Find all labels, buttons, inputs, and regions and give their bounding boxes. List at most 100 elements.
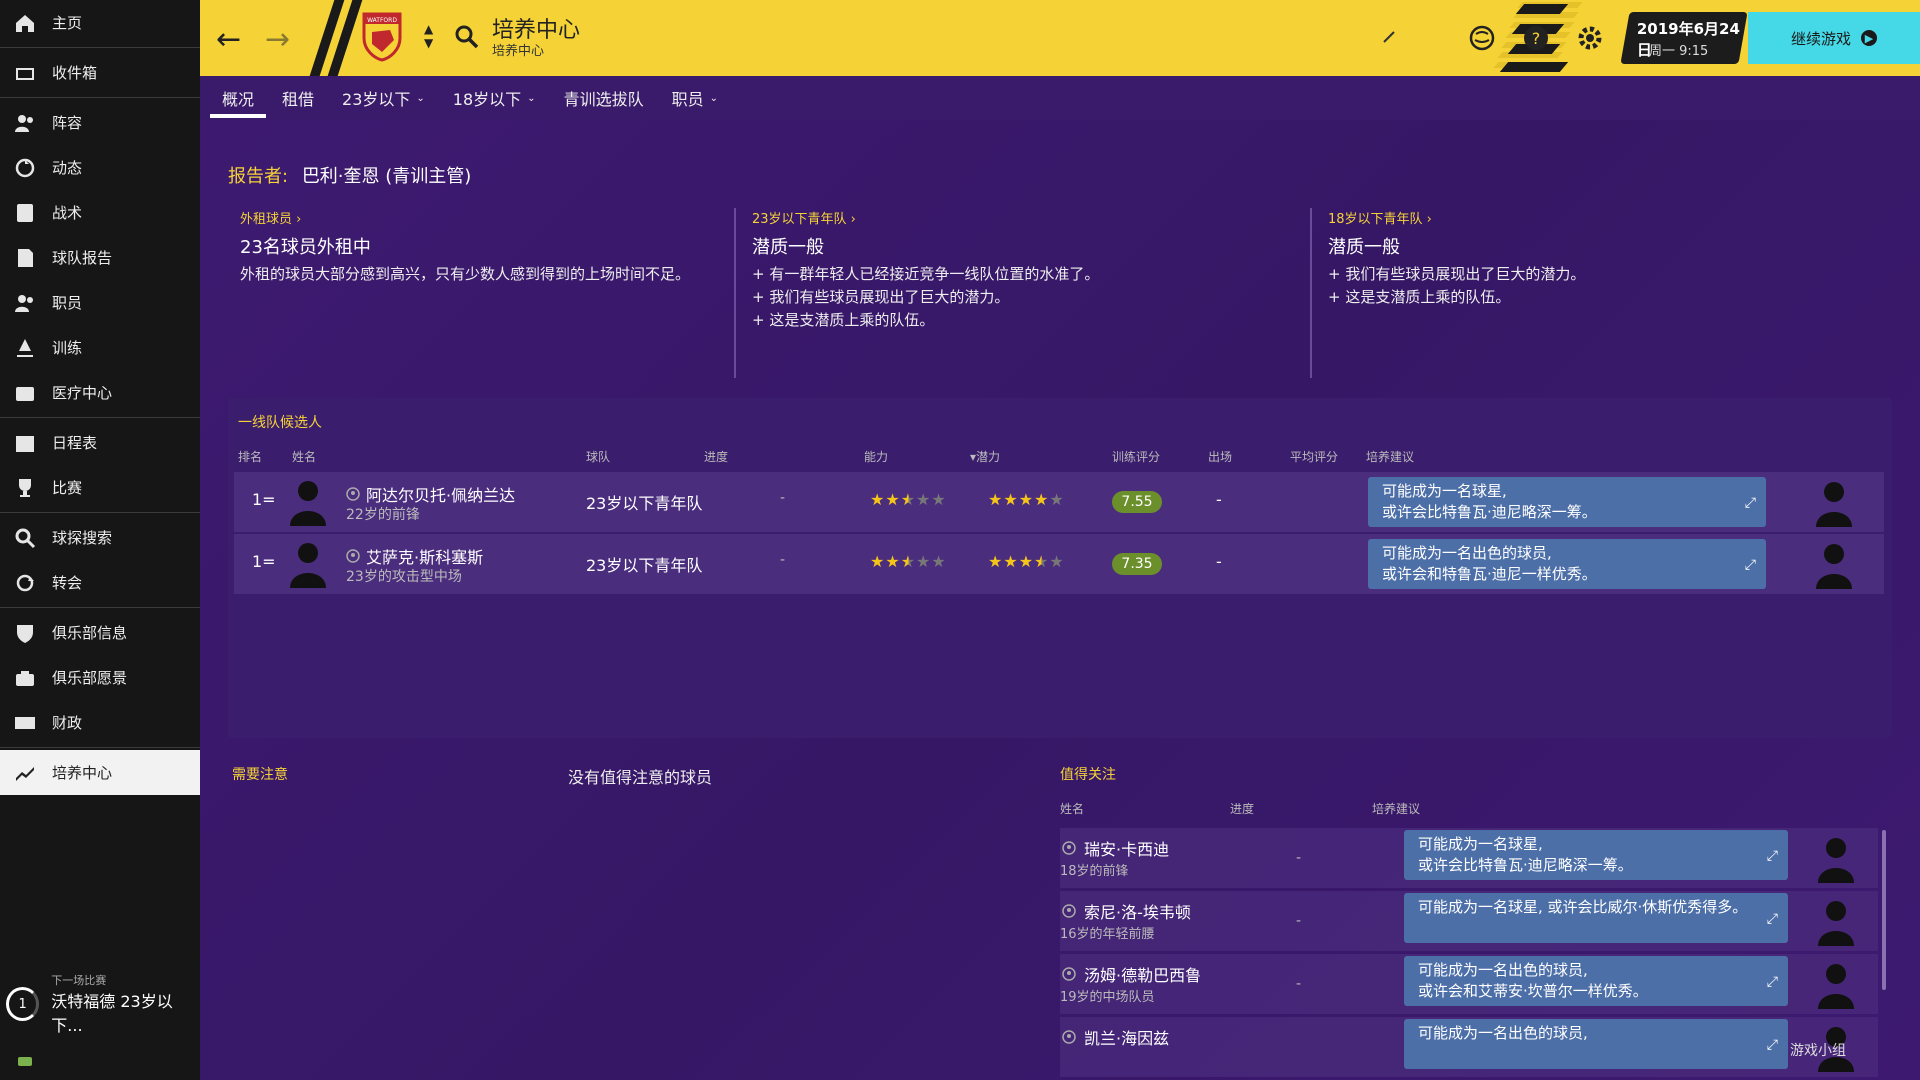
sidebar-item-label: 职员 [52,294,83,312]
sidebar-divider [0,607,200,608]
summary-link[interactable]: 外租球员 › [240,208,740,227]
star-full-icon: ★ [885,552,901,571]
sidebar-item[interactable]: 训练 [0,325,200,370]
star-empty-icon: ★ [931,552,947,571]
tab[interactable]: 租借 [270,76,326,120]
sidebar-item[interactable]: 职员 [0,280,200,325]
col-header[interactable]: 训练评分 [1112,448,1160,465]
player-name[interactable]: 汤姆·德勒巴西鲁 [1084,962,1201,986]
table-row[interactable]: 1= 艾萨克·斯科塞斯 23岁的攻击型中场 23岁以下青年队 - ★★★★★ ★… [234,534,1884,594]
tab[interactable]: 青训选拔队 [552,76,656,120]
sidebar-item[interactable]: 动态 [0,145,200,190]
club-switch-icon[interactable]: ▲ ▼ [424,22,433,50]
world-icon[interactable] [1466,22,1498,54]
advice-box[interactable]: 可能成为一名出色的球员, 或许会和特鲁瓦·迪尼一样优秀。 ⤢ [1368,539,1766,589]
club-crest-icon[interactable]: WATFORD [360,10,404,62]
star-full-icon: ★ [870,552,886,571]
chevron-down-icon: ⌄ [527,92,536,104]
player-avatar[interactable] [288,476,332,530]
col-header[interactable]: 能力 [864,448,888,465]
sidebar-item[interactable]: 球队报告 [0,235,200,280]
tab[interactable]: 职员 ⌄ [660,76,730,120]
tab-label: 青训选拔队 [563,90,644,109]
player-name[interactable]: 凯兰·海因兹 [1084,1025,1169,1049]
expand-icon[interactable]: ⤢ [1767,846,1778,867]
sidebar-item[interactable]: 俱乐部信息 [0,610,200,655]
tab-label: 租借 [282,90,315,109]
sidebar-item[interactable]: 培养中心 [0,750,200,795]
col-header[interactable]: 姓名 [1060,800,1084,817]
back-arrow-icon[interactable]: ← [216,22,241,57]
list-item[interactable]: 瑞安·卡西迪 18岁的前锋 - 可能成为一名球星, 或许会比特鲁瓦·迪尼略深一筹… [1060,828,1878,888]
col-header[interactable]: 姓名 [292,448,316,465]
expand-icon[interactable]: ⤢ [1767,909,1778,930]
sidebar-item[interactable]: 财政 [0,700,200,745]
player-name[interactable]: 瑞安·卡西迪 [1084,836,1169,860]
col-header[interactable]: 进度 [1230,800,1254,817]
sidebar-item[interactable]: 医疗中心 [0,370,200,415]
summary-head: 潜质一般 [1328,237,1400,258]
expand-icon[interactable]: ⤢ [1767,972,1778,993]
col-header[interactable]: 进度 [704,448,728,465]
help-icon[interactable]: ? [1520,22,1552,54]
list-item[interactable]: 索尼·洛-埃韦顿 16岁的年轻前腰 - 可能成为一名球星, 或许会比威尔·休斯优… [1060,891,1878,951]
forward-arrow-icon[interactable]: → [265,22,290,57]
col-header[interactable]: 排名 [238,448,262,465]
player-name[interactable]: 索尼·洛-埃韦顿 [1084,899,1191,923]
training-rating: 7.35 [1112,553,1162,575]
expand-icon[interactable]: ⤢ [1745,493,1756,514]
report-icon [14,247,36,269]
sidebar-item[interactable]: 比赛 [0,465,200,510]
sidebar-item[interactable]: 阵容 [0,100,200,145]
advice-line2: 或许会比特鲁瓦·迪尼略深一筹。 [1382,503,1597,521]
sidebar-divider [0,417,200,418]
continue-button[interactable]: 继续游戏 ▶ [1748,12,1920,64]
edit-icon[interactable] [1382,30,1396,44]
advice-box[interactable]: 可能成为一名出色的球员, ⤢ [1404,1019,1788,1069]
sidebar-item[interactable]: 俱乐部愿景 [0,655,200,700]
col-header[interactable]: 平均评分 [1290,448,1338,465]
advice-box[interactable]: 可能成为一名出色的球员, 或许会和艾蒂安·坎普尔一样优秀。 ⤢ [1404,956,1788,1006]
player-sub: 22岁的前锋 [346,507,420,523]
sidebar-item[interactable]: 收件箱 [0,50,200,95]
sidebar-item[interactable]: 转会 [0,560,200,605]
expand-icon[interactable]: ⤢ [1745,555,1756,576]
player-name[interactable]: 阿达尔贝托·佩纳兰达 [366,482,515,506]
col-header[interactable]: 出场 [1208,448,1232,465]
sidebar-item[interactable]: 球探搜索 [0,515,200,560]
tab[interactable]: 概况 [210,76,267,120]
col-header[interactable]: 培养建议 [1372,800,1420,817]
sidebar-item[interactable]: 战术 [0,190,200,235]
page-subtitle: 培养中心 [492,44,545,59]
col-header[interactable]: 球队 [586,448,610,465]
col-header[interactable]: 培养建议 [1366,448,1414,465]
advice-box[interactable]: 可能成为一名球星, 或许会比威尔·休斯优秀得多。 ⤢ [1404,893,1788,943]
list-item[interactable]: 凯兰·海因兹 可能成为一名出色的球员, ⤢ [1060,1017,1878,1077]
star-half-icon: ★ [1034,552,1050,571]
tab[interactable]: 23岁以下 ⌄ [330,76,437,120]
table-row[interactable]: 1= 阿达尔贝托·佩纳兰达 22岁的前锋 23岁以下青年队 - ★★★★★ ★★… [234,472,1884,532]
potential-stars: ★★★★★ [988,552,1065,571]
next-match[interactable]: 1 下一场比赛 沃特福德 23岁以下... [6,972,200,1036]
gear-icon[interactable] [1574,22,1606,54]
empty-message: 没有值得注意的球员 [568,768,713,787]
advice-line1: 可能成为一名出色的球员, [1418,1024,1588,1042]
col-header[interactable]: ▾潜力 [970,448,1000,465]
rank: 1= [252,552,276,571]
summary-link[interactable]: 23岁以下青年队 › [752,208,1272,227]
player-name[interactable]: 艾萨克·斯科塞斯 [366,544,483,568]
date-display[interactable]: 2019年6月24日 周一 9:15 [1620,12,1748,64]
player-avatar[interactable] [288,538,332,592]
sidebar-item[interactable]: 主页 [0,0,200,45]
advice-box[interactable]: 可能成为一名球星, 或许会比特鲁瓦·迪尼略深一筹。 ⤢ [1368,477,1766,527]
advice-box[interactable]: 可能成为一名球星, 或许会比特鲁瓦·迪尼略深一筹。 ⤢ [1404,830,1788,880]
search-icon[interactable] [454,24,480,50]
list-item[interactable]: 汤姆·德勒巴西鲁 19岁的中场队员 - 可能成为一名出色的球员, 或许会和艾蒂安… [1060,954,1878,1014]
sidebar-item[interactable]: 日程表 [0,420,200,465]
compare-avatar [1814,477,1854,527]
expand-icon[interactable]: ⤢ [1767,1035,1778,1056]
scrollbar[interactable] [1882,830,1886,990]
transfer-icon [14,572,36,594]
tab[interactable]: 18岁以下 ⌄ [441,76,548,120]
summary-link[interactable]: 18岁以下青年队 › [1328,208,1848,227]
